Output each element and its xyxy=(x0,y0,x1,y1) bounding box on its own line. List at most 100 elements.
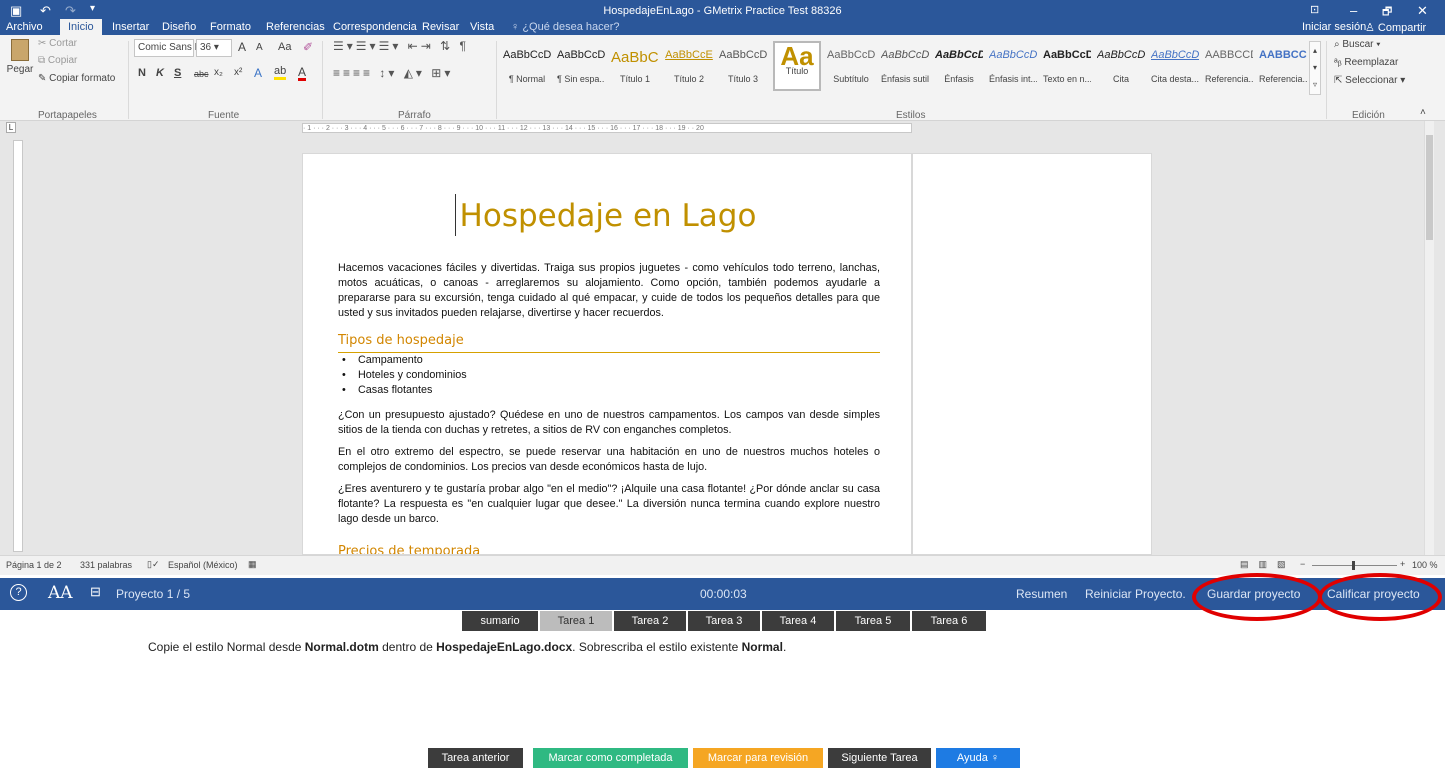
clear-format-icon[interactable]: ✐ xyxy=(303,40,313,54)
next-task-button[interactable]: Siguiente Tarea xyxy=(828,748,931,768)
zoom-slider-thumb[interactable] xyxy=(1352,561,1355,570)
summary-button[interactable]: Resumen xyxy=(1016,587,1067,601)
group-divider xyxy=(1326,41,1327,119)
tab-diseno[interactable]: Diseño xyxy=(162,21,196,33)
copy-label: Copiar xyxy=(47,55,78,66)
font-name-combo[interactable]: Comic Sans M ▾ xyxy=(134,39,211,57)
proofing-icon[interactable]: ▯✓ xyxy=(147,559,160,570)
tab-revisar[interactable]: Revisar xyxy=(422,21,459,33)
zoom-level[interactable]: 100 % xyxy=(1412,560,1438,570)
collapse-ribbon-icon[interactable]: ˄ xyxy=(1420,107,1426,118)
style-item[interactable]: AABBCCDE Referencia... xyxy=(1259,41,1307,91)
help-button[interactable]: Ayuda ♀ xyxy=(936,748,1020,768)
style-item[interactable]: AaBbCcDc Cita xyxy=(1097,41,1145,91)
zoom-in-icon[interactable]: + xyxy=(1400,559,1405,569)
macro-icon[interactable]: ▦ xyxy=(248,559,257,570)
clipboard-group-label: Portapapeles xyxy=(38,110,97,121)
replace-button[interactable]: ᵃᵦ Reemplazar xyxy=(1334,57,1398,68)
share-button[interactable]: ♙ Compartir xyxy=(1365,21,1426,34)
tab-archivo[interactable]: Archivo xyxy=(6,21,43,33)
grow-font-button[interactable]: A xyxy=(238,40,246,54)
minimize-button[interactable]: – xyxy=(1350,3,1357,18)
tab-tarea-3[interactable]: Tarea 3 xyxy=(688,611,760,631)
copy-button[interactable]: ⧉ Copiar xyxy=(38,55,77,66)
style-preview: AaBbCcE xyxy=(665,49,713,61)
tab-tarea-2[interactable]: Tarea 2 xyxy=(614,611,686,631)
font-size-combo[interactable]: 36 ▾ xyxy=(196,39,232,57)
italic-button[interactable]: K xyxy=(156,67,164,79)
superscript-button[interactable]: x² xyxy=(234,67,242,78)
close-button[interactable]: ✕ xyxy=(1417,3,1428,19)
tell-me-search[interactable]: ♀ ¿Qué desea hacer? xyxy=(511,21,620,33)
ribbon-display-icon[interactable]: ⊡ xyxy=(1310,3,1319,16)
style-item[interactable]: AaBbCcE Título 2 xyxy=(665,41,713,91)
vertical-scrollbar[interactable] xyxy=(1424,121,1434,555)
previous-task-button[interactable]: Tarea anterior xyxy=(428,748,523,768)
scroll-thumb[interactable] xyxy=(1426,135,1433,240)
style-item[interactable]: AaBbCcDc Énfasis int... xyxy=(989,41,1037,91)
tab-formato[interactable]: Formato xyxy=(210,21,251,33)
highlight-icon[interactable]: ab xyxy=(274,66,287,80)
style-item[interactable]: Aa Título xyxy=(773,41,821,91)
view-buttons[interactable]: ▤▥▧ xyxy=(1240,559,1296,570)
tab-selector[interactable]: L xyxy=(6,122,16,133)
lightbulb-icon: ♀ xyxy=(511,21,523,33)
strikethrough-button[interactable]: abc xyxy=(194,69,209,79)
text-effects-icon[interactable]: A xyxy=(254,66,262,80)
tab-inicio[interactable]: Inicio xyxy=(60,19,102,36)
font-color-icon[interactable]: A xyxy=(298,66,307,81)
language-indicator[interactable]: Español (México) xyxy=(168,560,238,570)
tab-tarea-5[interactable]: Tarea 5 xyxy=(836,611,910,631)
alignment-buttons[interactable]: ≡≡≡≡ ↕▾ ◭▾ ⊞▾ xyxy=(333,66,453,80)
style-item[interactable]: AaBbCcD Subtítulo xyxy=(827,41,875,91)
tab-sumario[interactable]: sumario xyxy=(462,611,538,631)
cut-button[interactable]: ✂ Cortar xyxy=(38,38,77,49)
gmetrix-task-panel xyxy=(0,610,1445,768)
find-button[interactable]: ⌕ Buscar ▾ xyxy=(1334,39,1381,50)
annotation-circle-grade xyxy=(1318,573,1442,621)
tab-tarea-1[interactable]: Tarea 1 xyxy=(540,611,612,631)
project-icon[interactable]: ⊟ xyxy=(90,584,101,600)
styles-scroll[interactable]: ▴ ▾ ▿ xyxy=(1309,41,1321,95)
document-page[interactable]: Hospedaje en Lago Hacemos vacaciones fác… xyxy=(302,153,912,555)
help-icon[interactable]: ? xyxy=(10,584,27,601)
page-count[interactable]: Página 1 de 2 xyxy=(6,560,62,570)
paste-button[interactable]: Pegar xyxy=(6,39,34,85)
word-count[interactable]: 331 palabras xyxy=(80,560,132,570)
tab-vista[interactable]: Vista xyxy=(470,21,494,33)
subscript-button[interactable]: x₂ xyxy=(214,67,223,78)
select-button[interactable]: ⇱ Seleccionar ▾ xyxy=(1334,75,1405,86)
font-name-value: Comic Sans M xyxy=(138,42,204,53)
change-case-button[interactable]: Aa xyxy=(278,41,291,53)
style-item[interactable]: AaBbCcDc Énfasis xyxy=(935,41,983,91)
signin-link[interactable]: Iniciar sesión xyxy=(1302,21,1366,33)
format-painter-button[interactable]: ✎ Copiar formato xyxy=(38,73,115,84)
style-item[interactable]: AaBbCcD Título 3 xyxy=(719,41,767,91)
tab-correspondencia[interactable]: Correspondencia xyxy=(333,21,417,33)
style-item[interactable]: AABBCCDE Referencia... xyxy=(1205,41,1253,91)
tab-tarea-6[interactable]: Tarea 6 xyxy=(912,611,986,631)
style-item[interactable]: AaBbCcDc Cita desta... xyxy=(1151,41,1199,91)
mark-complete-button[interactable]: Marcar como completada xyxy=(533,748,688,768)
ruler-scale[interactable]: · 1 · · · 2 · · · 3 · · · 4 · · · 5 · · … xyxy=(302,123,912,133)
underline-button[interactable]: S xyxy=(174,67,181,79)
font-size-icon[interactable]: AA xyxy=(48,583,73,603)
style-item[interactable]: AaBbCcDc Énfasis sutil xyxy=(881,41,929,91)
zoom-out-icon[interactable]: − xyxy=(1300,559,1305,569)
task-style-name: Normal xyxy=(741,640,783,654)
tab-tarea-4[interactable]: Tarea 4 xyxy=(762,611,834,631)
tab-referencias[interactable]: Referencias xyxy=(266,21,325,33)
restart-project-button[interactable]: Reiniciar Proyecto. xyxy=(1085,587,1186,601)
tab-insertar[interactable]: Insertar xyxy=(112,21,149,33)
style-preview: AaBbCcDc xyxy=(989,49,1037,61)
mark-review-button[interactable]: Marcar para revisión xyxy=(693,748,823,768)
style-preview: AaBbCcDc xyxy=(1097,49,1145,61)
list-buttons[interactable]: ☰▾☰▾☰▾ ⇤⇥ ⇅ ¶ xyxy=(333,39,469,53)
style-preview: AaBbCcDc xyxy=(881,49,929,61)
style-item[interactable]: AaBbCcDc Texto en n... xyxy=(1043,41,1091,91)
style-item[interactable]: AaBbCc Título 1 xyxy=(611,41,659,91)
bold-button[interactable]: N xyxy=(138,67,146,79)
shrink-font-button[interactable]: A xyxy=(256,42,263,53)
style-item[interactable]: AaBbCcDc ¶ Sin espa... xyxy=(557,41,605,91)
style-item[interactable]: AaBbCcDc ¶ Normal xyxy=(503,41,551,91)
